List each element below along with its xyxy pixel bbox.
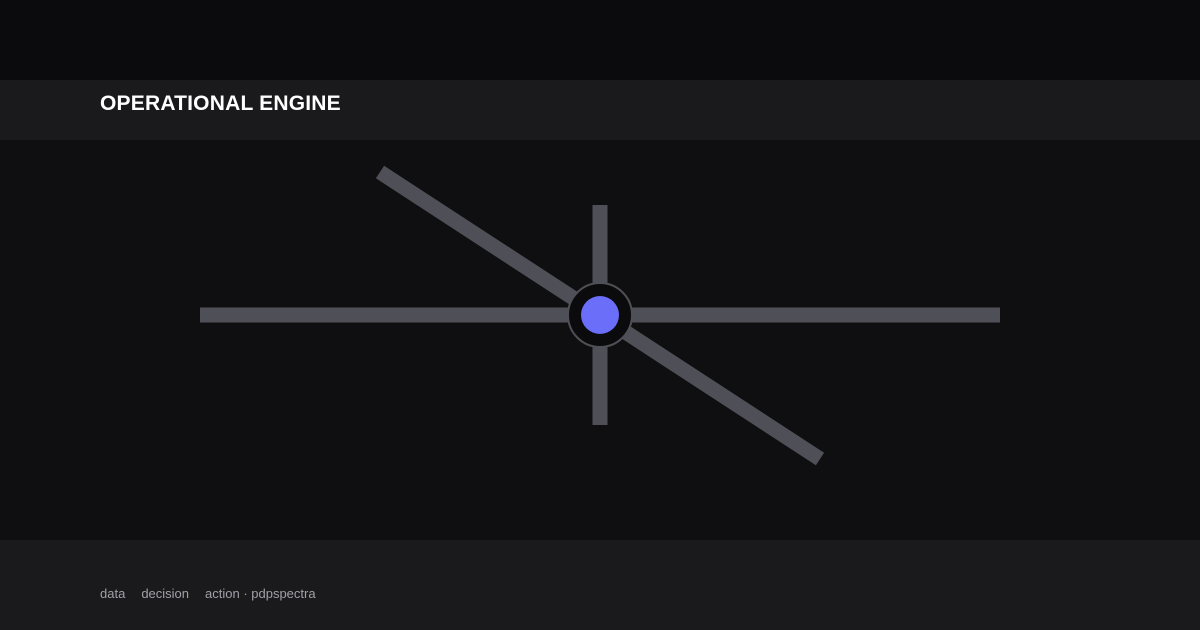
page: OPERATIONAL ENGINE data decision action · … <box>0 0 1200 630</box>
footer-band <box>0 540 1200 630</box>
engine-diagram <box>200 165 1000 466</box>
footer-item-data: data <box>100 586 126 601</box>
hub-core <box>581 296 619 334</box>
footer-item-decision: decision <box>141 586 190 601</box>
footer-item-action: action · pdpspectra <box>205 586 316 601</box>
footer-tagline: data decision action · pdpspectra <box>100 586 316 602</box>
